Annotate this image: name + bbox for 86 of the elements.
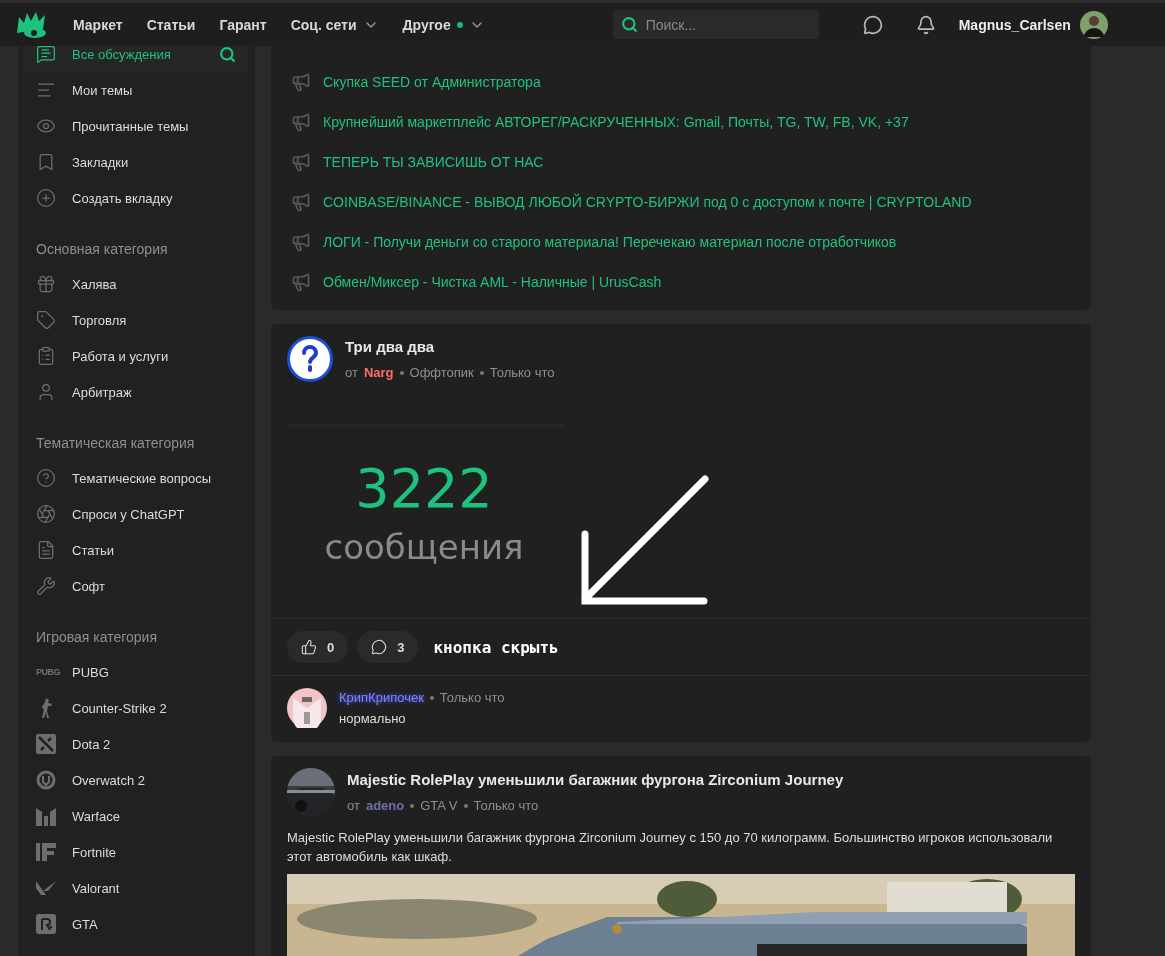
by-label: от xyxy=(345,365,358,380)
search-icon[interactable] xyxy=(219,46,236,63)
megaphone-icon xyxy=(291,192,311,212)
nav-link[interactable]: Другое xyxy=(402,16,485,33)
author-link[interactable]: Narg xyxy=(363,365,394,380)
sidebar-item[interactable]: Dota 2 xyxy=(24,726,248,762)
aperture-icon xyxy=(36,504,56,524)
v-shape-icon xyxy=(36,879,56,897)
category-heading: Основная категория xyxy=(35,240,169,259)
thumbs-up-icon xyxy=(301,639,317,655)
sidebar-item[interactable]: Overwatch 2 xyxy=(24,762,248,798)
announcement-link[interactable]: ЛОГИ - Получи деньги со старого материала! Перечекаю материал после отработчиков xyxy=(287,222,1075,262)
comment-time: Только что xyxy=(439,690,505,705)
letter-mark-icon xyxy=(36,842,56,862)
annotation-text: кнопка скрыть xyxy=(433,637,559,657)
sidebar-item[interactable]: Counter-Strike 2 xyxy=(24,690,248,726)
question-icon xyxy=(36,468,56,488)
comment-avatar xyxy=(287,688,327,728)
sidebar-item[interactable]: Прочитанные темы xyxy=(24,108,248,144)
clipboard-icon xyxy=(36,346,56,366)
gift-icon xyxy=(36,274,56,294)
nav-link[interactable]: Маркет xyxy=(73,16,123,33)
author-link[interactable]: adeno xyxy=(365,798,405,813)
announcement-link[interactable]: ТЕПЕРЬ ТЫ ЗАВИСИШЬ ОТ НАС xyxy=(287,142,1075,182)
wrench-icon xyxy=(36,576,56,596)
sidebar-item[interactable]: Закладки xyxy=(24,144,248,180)
stat-number: 3222 xyxy=(355,459,493,519)
megaphone-icon xyxy=(291,272,311,292)
sidebar-item[interactable]: Создать вкладку xyxy=(24,180,248,216)
question-avatar xyxy=(287,336,333,382)
search-icon xyxy=(620,16,638,33)
sidebar-item[interactable]: Арбитраж xyxy=(24,374,248,410)
post-title[interactable]: Три два два xyxy=(345,338,435,355)
nav-link[interactable]: Статьи xyxy=(146,16,196,33)
category-heading: Игровая категория xyxy=(35,628,158,647)
sidebar-item[interactable]: Торговля xyxy=(24,302,248,338)
sidebar-item[interactable]: Warface xyxy=(24,798,248,834)
document-icon xyxy=(36,540,56,560)
post-title[interactable]: Majestic RolePlay уменьшили багажник фургона Zirconium Journey xyxy=(347,771,844,788)
chat-bubble-icon[interactable] xyxy=(862,14,883,35)
comment-text: нормально xyxy=(339,711,407,726)
sidebar-item[interactable]: Работа и услуги xyxy=(24,338,248,374)
ring-icon xyxy=(36,770,56,790)
announcement-link[interactable]: Обмен/Миксер - Чистка AML - Наличные | UrusCash xyxy=(287,262,1075,302)
chat-icon xyxy=(36,46,56,64)
sidebar-item[interactable]: Софт xyxy=(24,568,248,604)
sidebar-item[interactable]: Спроси у ChatGPT xyxy=(24,496,248,532)
commenter-name[interactable]: КрипКрипочек xyxy=(339,690,424,705)
post-time: Только что xyxy=(473,798,539,813)
megaphone-icon xyxy=(291,72,311,92)
nav-link[interactable]: Гарант xyxy=(219,16,267,33)
megaphone-icon xyxy=(291,112,311,132)
tag-icon xyxy=(36,310,56,330)
by-label: от xyxy=(347,798,360,813)
sidebar-item[interactable]: Тематические вопросы xyxy=(24,460,248,496)
announcement-link[interactable]: Скупка SEED от Администратора xyxy=(287,62,1075,102)
post-text: Majestic RolePlay уменьшили багажник фургона Zirconium Journey с 150 до 70 килограмм. Большинство игроков использовали этот автомобиль как шкаф. xyxy=(286,829,1054,866)
category-heading: Тематическая категория xyxy=(35,434,196,453)
sidebar-item[interactable]: Fortnite xyxy=(24,834,248,870)
post-time: Только что xyxy=(489,365,555,380)
announcement-link[interactable]: Крупнейший маркетплейс АВТОРЕГ/РАСКРУЧЕННЫХ: Gmail, Почты, TG, TW, FB, VK, +37 xyxy=(287,102,1075,142)
user-name[interactable]: Magnus_Carlsen xyxy=(958,16,1071,33)
sidebar-item[interactable]: Статьи xyxy=(24,532,248,568)
comment-icon xyxy=(371,639,388,655)
sidebar-item[interactable]: Все обсуждения xyxy=(24,46,248,72)
category-link[interactable]: GTA V xyxy=(420,798,458,813)
wall-icon xyxy=(36,806,56,826)
sidebar-item[interactable]: Мои темы xyxy=(24,72,248,108)
sidebar-item[interactable]: PUBG PUBG xyxy=(24,654,248,690)
plus-icon xyxy=(36,188,56,208)
bell-icon[interactable] xyxy=(915,14,936,35)
search-field[interactable]: Поиск... xyxy=(645,10,811,39)
nav-link[interactable]: Соц. сети xyxy=(290,16,379,33)
sidebar-item[interactable]: Valorant xyxy=(24,870,248,906)
sidebar-item[interactable]: GTA xyxy=(24,906,248,942)
stat-caption: сообщения xyxy=(324,526,524,569)
search-bar[interactable]: Поиск... xyxy=(612,10,819,39)
like-button[interactable]: 0 xyxy=(287,631,349,663)
megaphone-icon xyxy=(291,152,311,172)
soldier-icon xyxy=(39,698,53,718)
comments-button[interactable]: 3 xyxy=(357,631,419,663)
sidebar-item[interactable]: Халява xyxy=(24,266,248,302)
announcement-link[interactable]: COINBASE/BINANCE - ВЫВОД ЛЮБОЙ CRYPTO-БИРЖИ под 0 с доступом к почте | CRYPTOLAND xyxy=(287,182,1075,222)
category-link[interactable]: Оффтопик xyxy=(409,365,474,380)
user-avatar[interactable] xyxy=(1079,10,1108,39)
megaphone-icon xyxy=(291,232,311,252)
